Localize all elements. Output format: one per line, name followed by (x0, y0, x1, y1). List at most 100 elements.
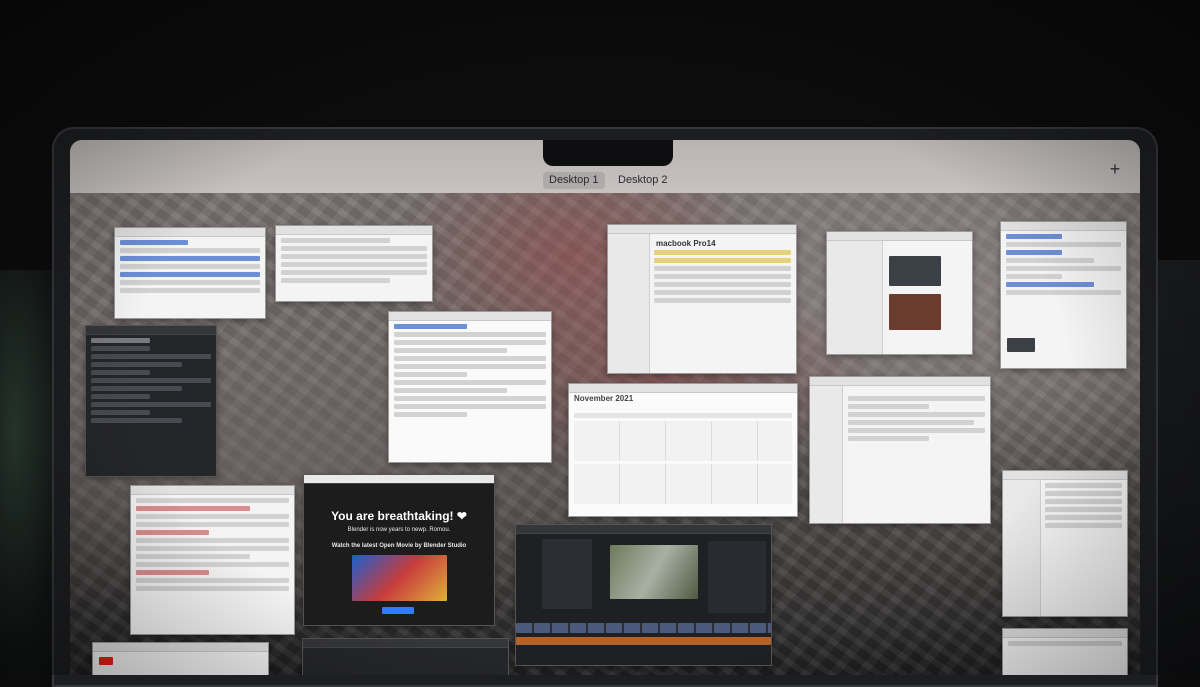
window-finder-list-2[interactable] (275, 225, 433, 302)
window-google-search-dark[interactable] (85, 325, 217, 477)
window-titlebar (810, 377, 990, 386)
window-row (281, 270, 427, 275)
window-titlebar (1003, 471, 1127, 480)
result-snippet (91, 354, 211, 359)
window-google-search-light[interactable] (1000, 221, 1127, 369)
sheet-row (136, 570, 210, 575)
spaces-bar: Desktop 1 Desktop 2 + (70, 140, 1140, 193)
window-row (120, 288, 260, 293)
calendar-month-title: November 2021 (574, 394, 634, 403)
window-titlebar (304, 475, 494, 484)
window-row (120, 272, 260, 277)
docs-toolbar (394, 324, 467, 329)
file-manager-sidebar (608, 234, 651, 373)
window-dark-app[interactable] (302, 638, 509, 675)
file-manager-title: macbook Pro14 (656, 239, 716, 248)
docs-line (394, 364, 546, 369)
window-titlebar (827, 232, 972, 241)
listing-row (1045, 507, 1122, 512)
sheet-row (136, 530, 210, 535)
window-finder-list-1[interactable] (114, 227, 266, 319)
listing-row (1045, 523, 1122, 528)
window-row (120, 264, 260, 269)
mail-row (848, 404, 929, 409)
window-titlebar (608, 225, 796, 234)
sheet-row (136, 554, 251, 559)
window-video-editor[interactable] (515, 524, 772, 666)
folder-row (654, 250, 791, 255)
result-snippet (1006, 274, 1063, 279)
window-gmail[interactable] (809, 376, 991, 524)
desktop-1-tab[interactable]: Desktop 1 (543, 172, 605, 189)
file-row (654, 274, 791, 279)
window-row (120, 248, 260, 253)
mission-control-screen: Desktop 1 Desktop 2 + macbook Pro14 Nove… (70, 140, 1140, 675)
watch-button (382, 607, 414, 614)
result-link (1006, 234, 1063, 239)
window-row (281, 238, 391, 243)
window-titlebar (569, 384, 797, 393)
mail-row (848, 412, 985, 417)
mail-row (848, 420, 974, 425)
docs-line (394, 356, 546, 361)
result-link (91, 410, 150, 415)
chat-list (827, 241, 884, 354)
result-snippet (1006, 242, 1121, 247)
mail-row (848, 436, 929, 441)
result-snippet (1006, 290, 1121, 295)
window-bottom-right[interactable] (1002, 628, 1128, 675)
docs-line (394, 372, 467, 377)
window-titlebar (115, 228, 265, 237)
docs-line (394, 388, 508, 393)
window-titlebar (276, 226, 432, 235)
video-preview (610, 545, 698, 599)
file-row (654, 282, 791, 287)
window-file-manager[interactable]: macbook Pro14 (607, 224, 797, 374)
sheet-row (136, 538, 289, 543)
mail-row (848, 428, 985, 433)
camera-notch (543, 140, 673, 166)
listing-row (1008, 641, 1122, 646)
docs-line (394, 332, 546, 337)
docs-line (394, 396, 546, 401)
result-snippet (1006, 258, 1094, 263)
calendar-week-row (574, 464, 792, 504)
blender-headline: You are breathtaking! ❤ (331, 509, 467, 523)
window-row (281, 278, 391, 283)
window-spreadsheet[interactable] (130, 485, 295, 635)
listing-row (1045, 515, 1122, 520)
search-box (91, 338, 150, 343)
timeline-video-track (516, 623, 771, 633)
listing-row (1045, 483, 1122, 488)
sheet-row (136, 546, 289, 551)
folder-row (654, 258, 791, 263)
result-link (1006, 282, 1094, 287)
calendar-header-row (574, 413, 792, 418)
result-snippet (91, 386, 182, 391)
window-titlebar (1001, 222, 1126, 231)
window-calendar[interactable]: November 2021 (568, 383, 798, 517)
add-desktop-button[interactable]: + (1106, 160, 1124, 178)
media-browser (542, 539, 592, 609)
result-link (91, 370, 150, 375)
window-google-docs[interactable] (388, 311, 552, 463)
listing-sidebar (1003, 480, 1042, 616)
sheet-row (136, 578, 289, 583)
window-telegram[interactable] (826, 231, 973, 355)
youtube-logo (99, 657, 113, 665)
window-titlebar (86, 326, 216, 335)
window-titlebar (516, 525, 771, 534)
window-row (281, 262, 427, 267)
listing-row (1045, 491, 1122, 496)
sheet-row (136, 522, 289, 527)
window-youtube[interactable] (92, 642, 269, 675)
chat-media-thumbnail (889, 256, 941, 286)
desktop-2-tab[interactable]: Desktop 2 (612, 172, 674, 189)
video-thumbnail (1007, 338, 1035, 352)
timeline-audio-track (516, 637, 771, 645)
window-blender-website[interactable]: You are breathtaking! ❤ Blender is now y… (303, 474, 495, 626)
docs-line (394, 412, 467, 417)
window-listing[interactable] (1002, 470, 1128, 617)
window-titlebar (303, 639, 508, 648)
result-snippet (91, 378, 211, 383)
